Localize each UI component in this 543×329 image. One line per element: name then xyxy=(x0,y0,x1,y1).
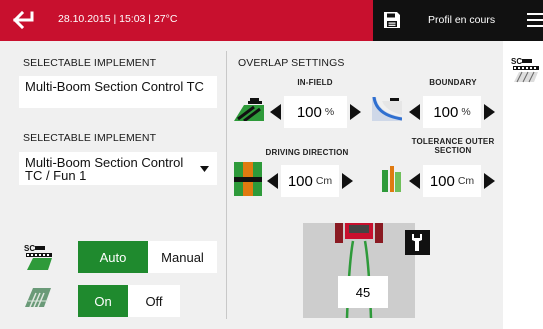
in-field-value: 100 xyxy=(296,103,322,121)
tolerance-outer-stepper: 100 Cm xyxy=(409,165,495,197)
boundary-value-box[interactable]: 100 % xyxy=(423,96,481,128)
in-field-unit: % xyxy=(324,106,335,118)
off-button[interactable]: Off xyxy=(128,285,180,317)
implement2-dropdown[interactable]: Multi-Boom Section Control TC / Fun 1 xyxy=(19,152,217,185)
boundary-overlap-icon xyxy=(372,97,402,121)
overlap-settings-title: OVERLAP SETTINGS xyxy=(238,57,345,69)
status-datetime-temp: 28.10.2015 | 15:03 | 27°C xyxy=(58,13,178,25)
boundary-unit: % xyxy=(461,106,471,118)
implement2-title: SELECTABLE IMPLEMENT xyxy=(23,132,157,144)
tolerance-outer-label-line1: TOLERANCE OUTER xyxy=(411,137,495,146)
svg-text:SC: SC xyxy=(24,244,35,253)
tolerance-outer-label: TOLERANCE OUTER SECTION xyxy=(398,137,508,155)
section-control-settings-screen: 28.10.2015 | 15:03 | 27°C Profil en cour… xyxy=(0,0,543,329)
implement1-title: SELECTABLE IMPLEMENT xyxy=(23,57,157,69)
in-field-label: IN-FIELD xyxy=(297,78,333,87)
top-bar-status-area xyxy=(0,0,373,41)
tolerance-outer-value: 100 xyxy=(429,172,455,190)
section-control-icon: SC xyxy=(24,244,52,270)
onoff-toggle: On Off xyxy=(78,285,180,317)
tolerance-outer-increase-icon[interactable] xyxy=(484,173,495,189)
column-divider xyxy=(226,51,227,319)
driving-direction-unit: Cm xyxy=(315,175,333,187)
tolerance-outer-label-line2: SECTION xyxy=(434,146,472,155)
implement2-value: Multi-Boom Section Control TC / Fun 1 xyxy=(25,155,184,183)
driving-direction-label: DRIVING DIRECTION xyxy=(265,148,349,157)
mode-toggle: Auto Manual xyxy=(78,241,217,273)
svg-text:SC: SC xyxy=(511,57,522,66)
tolerance-outer-decrease-icon[interactable] xyxy=(409,173,420,189)
tolerance-outer-icon xyxy=(382,166,401,192)
driving-direction-value-box[interactable]: 100 Cm xyxy=(281,165,339,197)
driving-direction-icon xyxy=(234,162,262,196)
in-field-stepper: 100 % xyxy=(270,96,361,128)
profile-label[interactable]: Profil en cours xyxy=(428,14,495,26)
back-arrow-icon[interactable] xyxy=(10,9,38,31)
field-coverage-icon xyxy=(25,288,51,308)
in-field-increase-icon[interactable] xyxy=(350,104,361,120)
chevron-down-icon xyxy=(200,166,209,172)
on-button[interactable]: On xyxy=(78,285,128,317)
manual-mode-button[interactable]: Manual xyxy=(148,241,217,273)
boundary-increase-icon[interactable] xyxy=(484,104,495,120)
wrench-icon xyxy=(412,234,422,251)
driving-direction-stepper: 100 Cm xyxy=(267,165,353,197)
implement1-value: Multi-Boom Section Control TC xyxy=(25,79,204,94)
tolerance-outer-unit: Cm xyxy=(457,175,475,187)
in-field-value-box[interactable]: 100 % xyxy=(284,96,347,128)
boundary-decrease-icon[interactable] xyxy=(409,104,420,120)
save-icon[interactable] xyxy=(383,11,401,29)
tolerance-outer-value-box[interactable]: 100 Cm xyxy=(423,165,481,197)
boundary-value: 100 xyxy=(433,103,459,121)
in-field-decrease-icon[interactable] xyxy=(270,104,281,120)
infield-overlap-icon xyxy=(234,98,264,121)
driving-direction-decrease-icon[interactable] xyxy=(267,173,278,189)
wrench-settings-button[interactable] xyxy=(405,230,430,255)
menu-icon[interactable] xyxy=(527,13,543,27)
implement1-field[interactable]: Multi-Boom Section Control TC xyxy=(19,76,217,108)
auto-mode-button[interactable]: Auto xyxy=(78,241,148,273)
driving-direction-value: 100 xyxy=(287,172,313,190)
section-control-shortcut-icon[interactable]: SC xyxy=(511,56,541,86)
lookahead-value[interactable]: 45 xyxy=(338,276,388,308)
boundary-stepper: 100 % xyxy=(409,96,495,128)
boundary-label: BOUNDARY xyxy=(429,78,477,87)
driving-direction-increase-icon[interactable] xyxy=(342,173,353,189)
